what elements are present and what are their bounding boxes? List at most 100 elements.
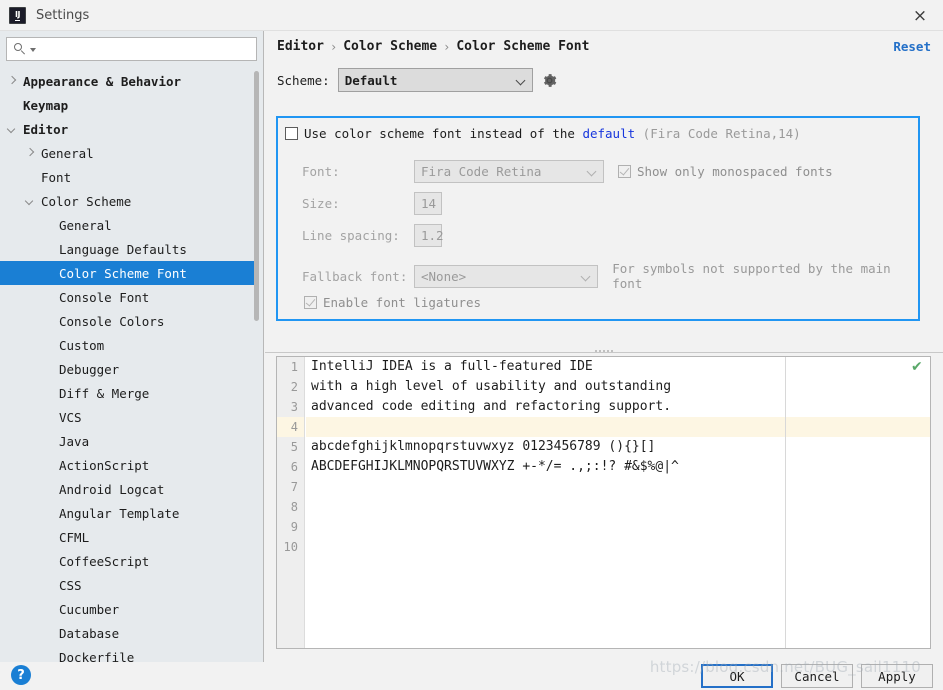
sidebar-item-cfml[interactable]: CFML <box>0 525 256 549</box>
sidebar-scrollbar[interactable] <box>254 71 259 321</box>
fallback-font-row: Fallback font: <None> For symbols not su… <box>302 261 918 291</box>
settings-content: Editor›Color Scheme›Color Scheme Font Re… <box>265 31 943 662</box>
sidebar-item-label: Color Scheme Font <box>59 266 187 281</box>
sidebar-item-debugger[interactable]: Debugger <box>0 357 256 381</box>
sidebar-item-diff-merge[interactable]: Diff & Merge <box>0 381 256 405</box>
title-bar: IJ Settings × <box>0 0 943 31</box>
use-scheme-font-checkbox[interactable] <box>285 127 298 140</box>
close-icon[interactable]: × <box>897 0 943 31</box>
fallback-font-dropdown[interactable]: <None> <box>414 265 598 288</box>
sidebar-item-dockerfile[interactable]: Dockerfile <box>0 645 256 662</box>
search-input[interactable] <box>36 42 250 56</box>
sidebar-item-label: General <box>59 218 112 233</box>
sidebar-item-editor[interactable]: Editor <box>0 117 256 141</box>
sidebar-item-cucumber[interactable]: Cucumber <box>0 597 256 621</box>
sidebar-item-angular-template[interactable]: Angular Template <box>0 501 256 525</box>
font-settings-panel: Use color scheme font instead of the def… <box>276 116 920 321</box>
chevron-right-icon[interactable] <box>26 149 35 158</box>
chevron-down-icon <box>588 167 597 176</box>
sidebar-item-actionscript[interactable]: ActionScript <box>0 453 256 477</box>
line-spacing-input[interactable]: 1.2 <box>414 224 442 247</box>
search-wrapper <box>0 31 263 61</box>
cancel-button[interactable]: Cancel <box>781 664 853 688</box>
sidebar-item-console-font[interactable]: Console Font <box>0 285 256 309</box>
size-row: Size: 14 <box>302 192 442 215</box>
code-line: IntelliJ IDEA is a full-featured IDE <box>306 357 930 377</box>
ligatures-label: Enable font ligatures <box>323 295 481 310</box>
tree-spacer <box>44 509 53 518</box>
sidebar-item-java[interactable]: Java <box>0 429 256 453</box>
sidebar-item-css[interactable]: CSS <box>0 573 256 597</box>
ok-button[interactable]: OK <box>701 664 773 688</box>
sidebar-item-label: CoffeeScript <box>59 554 149 569</box>
code-line <box>306 417 930 437</box>
window-title: Settings <box>36 8 89 23</box>
tree-spacer <box>44 389 53 398</box>
default-font-link[interactable]: default <box>582 126 635 141</box>
code-line <box>306 517 930 537</box>
tree-spacer <box>44 485 53 494</box>
help-button[interactable]: ? <box>11 665 31 685</box>
chevron-down-icon[interactable] <box>26 197 35 206</box>
sidebar-item-label: Custom <box>59 338 104 353</box>
ligatures-row[interactable]: Enable font ligatures <box>304 295 481 310</box>
sidebar-item-label: Dockerfile <box>59 650 134 663</box>
code-line: abcdefghijklmnopqrstuvwxyz 0123456789 ()… <box>306 437 930 457</box>
font-preview-editor[interactable]: 12345678910 IntelliJ IDEA is a full-feat… <box>276 356 931 649</box>
sidebar-item-label: Language Defaults <box>59 242 187 257</box>
sidebar-item-android-logcat[interactable]: Android Logcat <box>0 477 256 501</box>
default-font-detail: (Fira Code Retina,14) <box>635 126 801 141</box>
chevron-down-icon[interactable] <box>8 125 17 134</box>
reset-link[interactable]: Reset <box>893 39 931 54</box>
sidebar-item-custom[interactable]: Custom <box>0 333 256 357</box>
gear-icon[interactable] <box>541 72 558 89</box>
inspection-status-icon[interactable]: ✔ <box>911 361 924 374</box>
panel-splitter[interactable] <box>265 346 943 356</box>
apply-button[interactable]: Apply <box>861 664 933 688</box>
tree-spacer <box>44 437 53 446</box>
size-input[interactable]: 14 <box>414 192 442 215</box>
font-dropdown[interactable]: Fira Code Retina <box>414 160 604 183</box>
breadcrumb-item[interactable]: Color Scheme Font <box>456 39 589 54</box>
sidebar-item-label: Angular Template <box>59 506 179 521</box>
sidebar-item-label: Database <box>59 626 119 641</box>
scheme-dropdown[interactable]: Default <box>338 68 533 92</box>
tree-spacer <box>44 341 53 350</box>
scheme-label: Scheme: <box>277 73 330 88</box>
monospaced-checkbox[interactable] <box>618 165 631 178</box>
sidebar-item-label: VCS <box>59 410 82 425</box>
use-scheme-font-row[interactable]: Use color scheme font instead of the def… <box>285 126 801 141</box>
sidebar-item-database[interactable]: Database <box>0 621 256 645</box>
sidebar-item-general[interactable]: General <box>0 213 256 237</box>
editor-code-area[interactable]: IntelliJ IDEA is a full-featured IDEwith… <box>306 357 930 648</box>
dialog-buttons: OK Cancel Apply <box>701 664 933 688</box>
tree-spacer <box>44 605 53 614</box>
sidebar-item-console-colors[interactable]: Console Colors <box>0 309 256 333</box>
sidebar-item-keymap[interactable]: Keymap <box>0 93 256 117</box>
sidebar-item-vcs[interactable]: VCS <box>0 405 256 429</box>
sidebar-item-label: CSS <box>59 578 82 593</box>
search-box[interactable] <box>6 37 257 61</box>
sidebar-item-coffeescript[interactable]: CoffeeScript <box>0 549 256 573</box>
sidebar-item-label: Font <box>41 170 71 185</box>
editor-gutter: 12345678910 <box>277 357 305 648</box>
sidebar-item-appearance-behavior[interactable]: Appearance & Behavior <box>0 69 256 93</box>
line-number: 1 <box>277 357 304 377</box>
sidebar-item-language-defaults[interactable]: Language Defaults <box>0 237 256 261</box>
tree-spacer <box>44 245 53 254</box>
code-line <box>306 497 930 517</box>
sidebar-item-general[interactable]: General <box>0 141 256 165</box>
scheme-row: Scheme: Default <box>277 68 558 92</box>
sidebar-item-label: Keymap <box>23 98 68 113</box>
sidebar-item-label: Java <box>59 434 89 449</box>
font-row: Font: Fira Code Retina Show only monospa… <box>302 160 833 183</box>
ligatures-checkbox[interactable] <box>304 296 317 309</box>
chevron-right-icon[interactable] <box>8 77 17 86</box>
sidebar-item-color-scheme-font[interactable]: Color Scheme Font <box>0 261 256 285</box>
breadcrumb-item[interactable]: Editor <box>277 39 324 54</box>
sidebar-item-font[interactable]: Font <box>0 165 256 189</box>
breadcrumb-item[interactable]: Color Scheme <box>343 39 437 54</box>
line-number: 5 <box>277 437 304 457</box>
sidebar-item-color-scheme[interactable]: Color Scheme <box>0 189 256 213</box>
tree-spacer <box>44 653 53 662</box>
